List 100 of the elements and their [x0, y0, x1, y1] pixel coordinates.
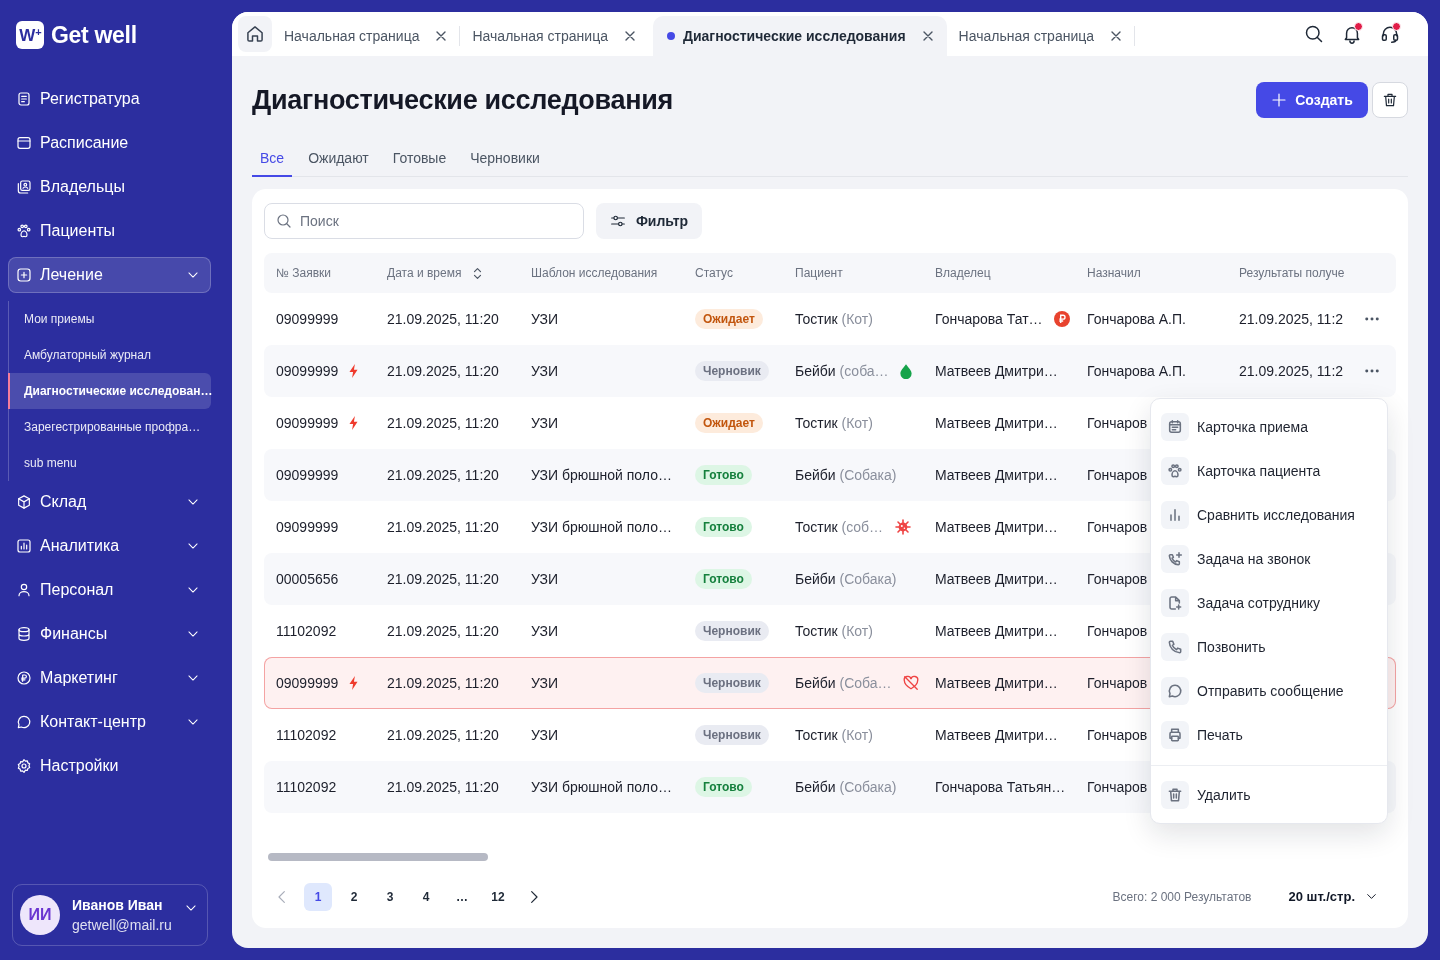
nav-item[interactable]: Склад	[8, 484, 211, 520]
menu-item[interactable]: Карточка пациента	[1151, 449, 1387, 493]
ruble-coin-icon	[1053, 311, 1070, 327]
nav-item[interactable]: Пациенты	[8, 213, 211, 249]
column-header: Пациент	[795, 266, 843, 280]
crossed-heart-icon	[902, 675, 919, 691]
page-button[interactable]: 12	[484, 882, 512, 911]
nav-item[interactable]: Финансы	[8, 616, 211, 652]
tab[interactable]: Начальная страница	[460, 16, 649, 56]
filter-tab[interactable]: Ожидают	[300, 140, 377, 177]
column-header: Шаблон исследования	[531, 266, 658, 280]
more-icon	[1364, 317, 1379, 321]
person-icon	[16, 582, 32, 598]
assigned-by: Гончарова А.П.	[1087, 363, 1186, 379]
close-icon[interactable]	[921, 30, 934, 42]
phone-plus-icon	[1161, 545, 1189, 573]
paw-icon	[16, 223, 32, 239]
nav-subitem[interactable]: Диагностические исследован…	[8, 373, 211, 409]
filter-tab[interactable]: Черновики	[462, 140, 548, 177]
template-name: УЗИ	[531, 623, 559, 639]
page-button[interactable]: …	[448, 882, 476, 911]
date-time: 21.09.2025, 11:20	[387, 519, 499, 535]
template-name: УЗИ брюшной поло…	[531, 467, 672, 483]
patient-name: Тостик (соб…	[795, 519, 884, 535]
filter-tab[interactable]: Все	[252, 140, 293, 177]
template-name: УЗИ	[531, 675, 559, 691]
tab[interactable]: Диагностические исследования	[652, 16, 947, 56]
page-size-select[interactable]: 20 шт./стр.	[1288, 889, 1378, 904]
status-badge: Черновик	[695, 621, 769, 641]
assigned-by: Гончаров	[1087, 519, 1148, 535]
nav-item[interactable]: Настройки	[8, 748, 211, 784]
date-time: 21.09.2025, 11:20	[387, 415, 499, 431]
column-header: Дата и время	[387, 266, 462, 280]
plus-icon	[1271, 92, 1288, 108]
filter-tab[interactable]: Готовые	[384, 140, 455, 177]
page-button[interactable]: 3	[376, 882, 404, 911]
sliders-icon	[609, 213, 626, 229]
request-number: 11102092	[276, 727, 337, 743]
request-number: 00005656	[276, 571, 339, 587]
request-number: 11102092	[276, 623, 337, 639]
nav-subitem[interactable]: Мои приемы	[9, 301, 211, 337]
search-field[interactable]: Поиск	[264, 203, 584, 239]
nav-subitem[interactable]: Зарегестрированные профра…	[9, 409, 211, 445]
search-icon	[1304, 24, 1324, 44]
assigned-by: Гончаров	[1087, 675, 1148, 691]
patient-name: Бейби (Собака)	[795, 779, 897, 795]
nav-item[interactable]: Персонал	[8, 572, 211, 608]
page-button[interactable]: 4	[412, 882, 440, 911]
menu-item[interactable]: Печать	[1151, 713, 1387, 757]
close-icon[interactable]	[435, 30, 448, 42]
horizontal-scrollbar[interactable]	[268, 853, 488, 861]
home-button[interactable]	[238, 16, 272, 52]
tab[interactable]: Начальная страница	[946, 16, 1136, 56]
patient-name: Тостик (Кот)	[795, 623, 873, 639]
request-number: 09099999	[276, 415, 339, 431]
user-card[interactable]: ИИ Иванов Иван getwell@mail.ru	[12, 884, 208, 946]
close-icon[interactable]	[623, 30, 636, 42]
filter-button[interactable]: Фильтр	[596, 203, 702, 239]
column-header: Результаты получе	[1239, 266, 1345, 280]
nav-item[interactable]: Расписание	[8, 125, 211, 161]
clipboard-icon	[1161, 413, 1189, 441]
request-number: 09099999	[276, 363, 339, 379]
nav-item[interactable]: Лечение	[8, 257, 211, 293]
nav-subitem[interactable]: sub menu	[9, 445, 211, 481]
tab[interactable]: Начальная страница	[272, 16, 461, 56]
assigned-by: Гончаров	[1087, 623, 1148, 639]
page-button[interactable]: 1	[304, 882, 332, 911]
nav-item[interactable]: Аналитика	[8, 528, 211, 564]
patient-name: Бейби (Собака)	[795, 571, 897, 587]
assigned-by: Гончаров	[1087, 467, 1148, 483]
create-button[interactable]: Создать	[1256, 82, 1368, 118]
request-number: 11102092	[276, 779, 337, 795]
template-name: УЗИ	[531, 311, 559, 327]
sort-icon[interactable]	[473, 266, 483, 280]
page-button[interactable]: 2	[340, 882, 368, 911]
date-time: 21.09.2025, 11:20	[387, 571, 499, 587]
template-name: УЗИ	[531, 727, 559, 743]
nav-subitem[interactable]: Амбулаторный журнал	[9, 337, 211, 373]
nav-item[interactable]: Контакт-центр	[8, 704, 211, 740]
paw-icon	[1161, 457, 1189, 485]
delete-button[interactable]	[1372, 82, 1408, 118]
home-icon	[245, 24, 265, 44]
settings-icon	[16, 758, 32, 774]
menu-item[interactable]: Карточка приема	[1151, 405, 1387, 449]
close-icon[interactable]	[1110, 30, 1123, 42]
owner-name: Матвеев Дмитри…	[935, 519, 1058, 535]
nav-item[interactable]: Регистратура	[8, 81, 211, 117]
nav-item[interactable]: Маркетинг	[8, 660, 211, 696]
status-badge: Черновик	[695, 361, 769, 381]
chat-bubble-icon	[1161, 677, 1189, 705]
status-badge: Готово	[695, 517, 752, 537]
request-number: 09099999	[276, 519, 339, 535]
owner-name: Матвеев Дмитри…	[935, 467, 1058, 483]
table-row[interactable]: 09099999 21.09.2025, 11:20 УЗИ Черновик Бейби (соба… Матвеев Дмитри… Гончарова А.П. 21.09.2025, 11:2	[264, 345, 1396, 397]
database-icon	[16, 626, 32, 642]
dot-icon	[666, 32, 675, 40]
nav-item[interactable]: Владельцы	[8, 169, 211, 205]
template-name: УЗИ	[531, 363, 559, 379]
owner-name: Матвеев Дмитри…	[935, 623, 1058, 639]
calendar-icon	[16, 135, 32, 151]
